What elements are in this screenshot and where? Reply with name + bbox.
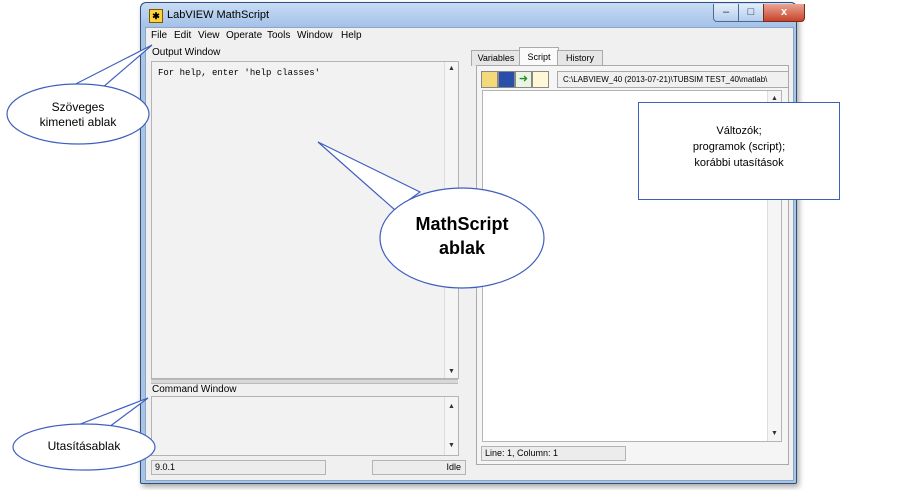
output-callout-line1: Szöveges bbox=[51, 100, 105, 114]
mathscript-callout-line2: ablak bbox=[438, 238, 486, 258]
output-callout-text: Szöveges kimeneti ablak bbox=[8, 100, 148, 130]
output-callout-line2: kimeneti ablak bbox=[39, 115, 117, 129]
note-line3: korábbi utasítások bbox=[694, 157, 784, 169]
note-line2: programok (script); bbox=[692, 141, 786, 153]
mathscript-callout-line1: MathScript bbox=[415, 214, 509, 234]
mathscript-callout-text: MathScript ablak bbox=[380, 212, 544, 260]
command-window-callout bbox=[12, 397, 156, 471]
right-panel-note: Változók; programok (script); korábbi ut… bbox=[638, 102, 840, 200]
command-callout-text: Utasításablak bbox=[47, 439, 121, 453]
note-line1: Változók; bbox=[716, 125, 762, 137]
